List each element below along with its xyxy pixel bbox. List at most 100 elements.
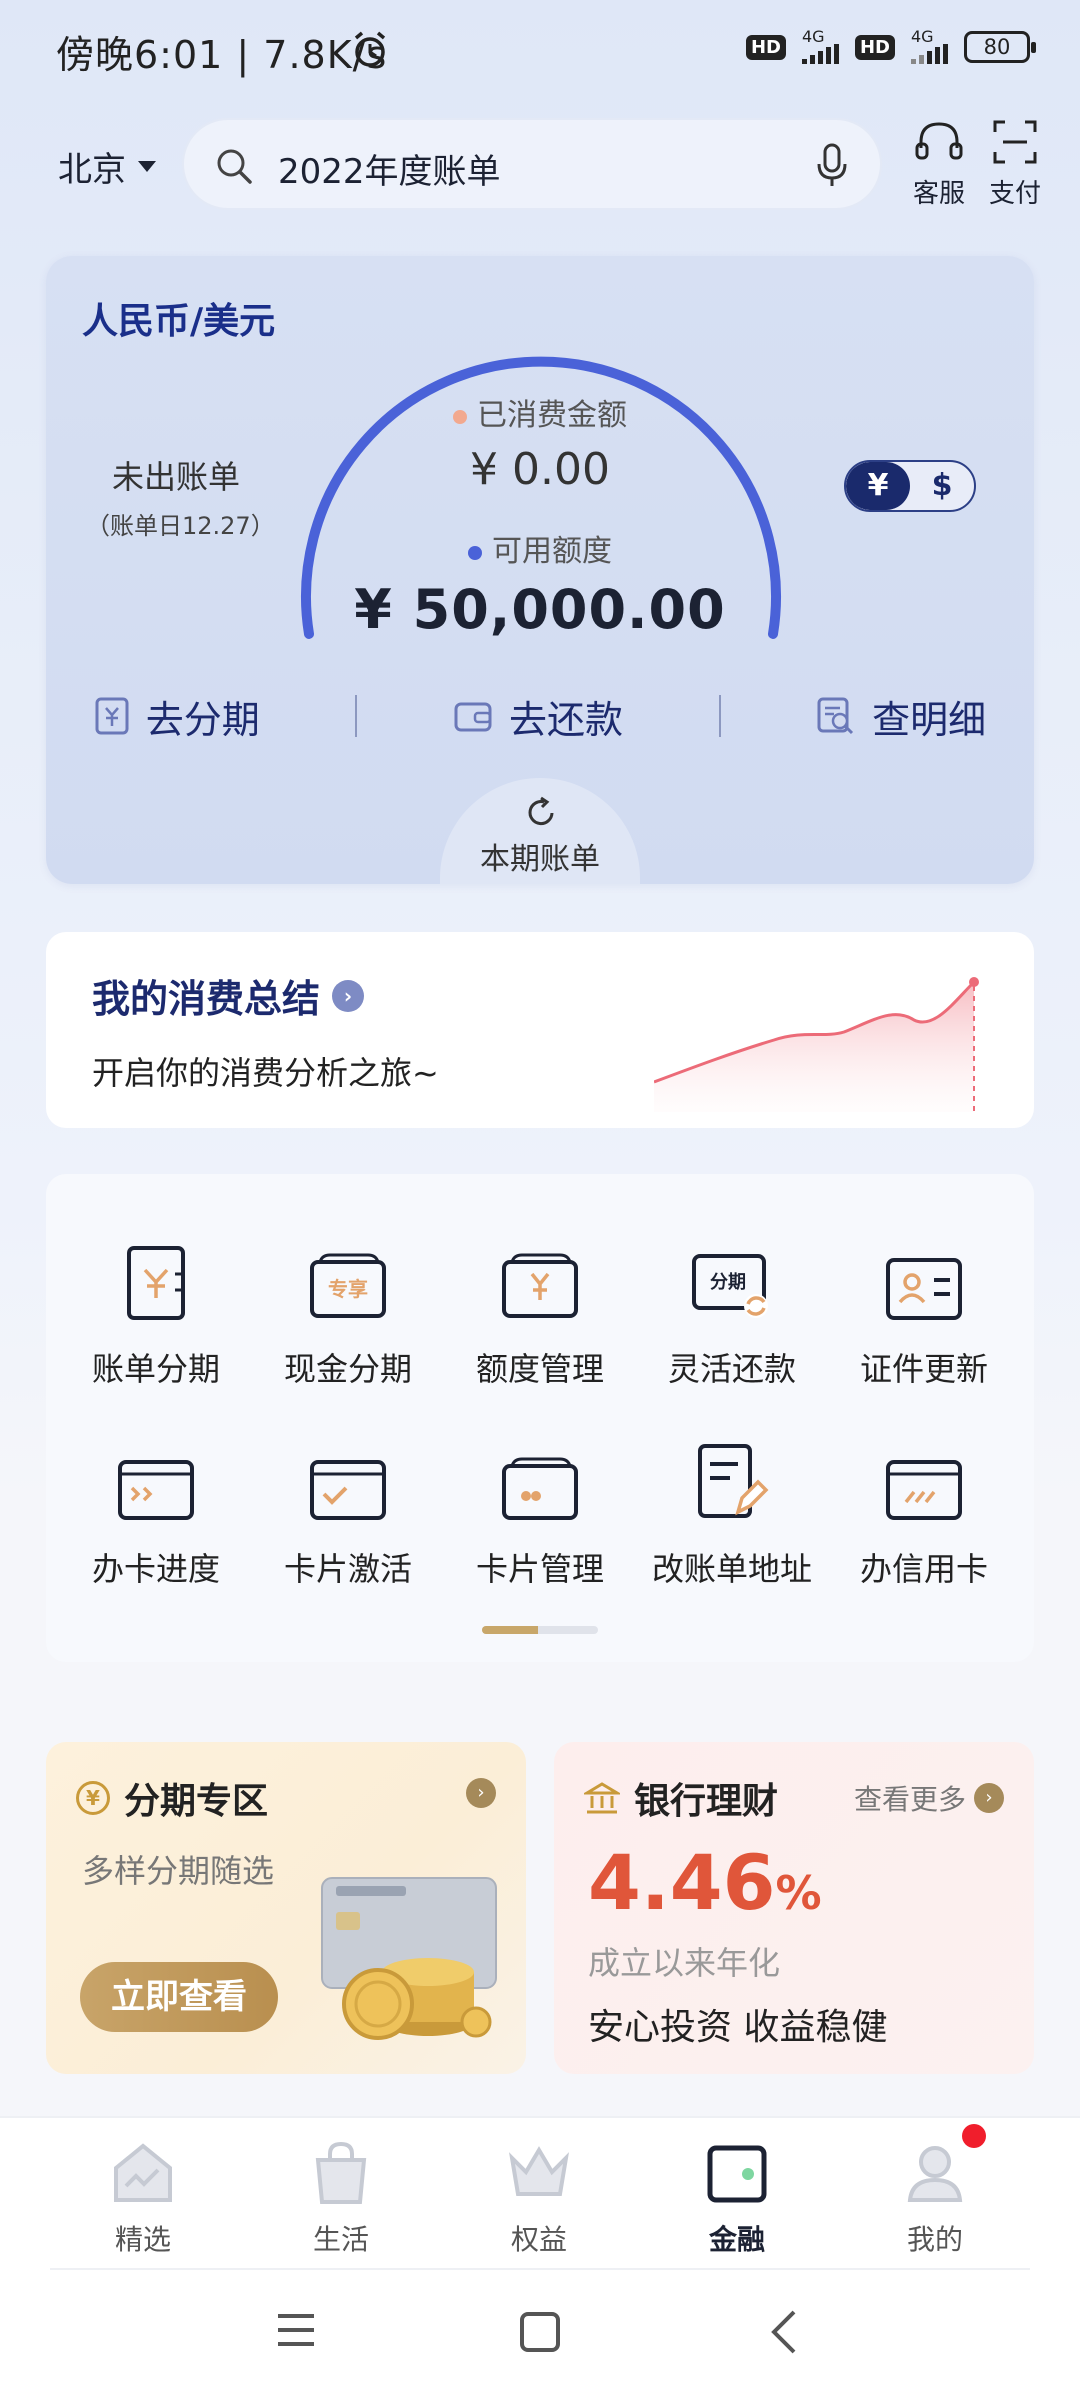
card-progress-icon: [118, 1460, 194, 1520]
nav-label-active: 金融: [708, 2223, 765, 2256]
signal-icon-2: [911, 44, 948, 64]
current-bill-tab[interactable]: 本期账单: [440, 778, 640, 884]
menu-icon[interactable]: [274, 2310, 318, 2350]
bill-installment-icon: [127, 1246, 185, 1320]
details-action-label: 查明细: [872, 697, 987, 742]
services-row-2: 办卡进度 卡片激活 卡片管理 改账单地址 办信用卡: [46, 1432, 1034, 1590]
rate-value: 4.46: [588, 1838, 776, 1927]
toggle-usd[interactable]: $: [910, 462, 974, 510]
grid-item-cash-installment[interactable]: 专享 现金分期: [253, 1232, 443, 1390]
chevron-right-icon[interactable]: ›: [466, 1778, 496, 1808]
scan-icon: [993, 120, 1037, 164]
pay-button[interactable]: 支付: [980, 118, 1050, 210]
credit-bill-card: 人民币/美元 未出账单 （账单日12.27） 已消费金额 ¥ 0.00 可用额度…: [46, 256, 1034, 884]
grid-item-limit-management[interactable]: 额度管理: [445, 1232, 635, 1390]
grid-item-bill-installment[interactable]: 账单分期: [61, 1232, 251, 1390]
alarm-clock-icon: [354, 31, 386, 67]
cash-installment-icon: 专享: [310, 1253, 386, 1318]
address-edit-icon: [698, 1444, 769, 1518]
network-type-2: 4G: [911, 27, 934, 46]
microphone-icon[interactable]: [814, 142, 850, 190]
page-indicator: [482, 1626, 598, 1634]
bottom-navigation: 精选 生活 权益 金融 我的: [0, 2116, 1080, 2276]
status-icons: HD 4G HD 4G 80: [730, 27, 1036, 64]
chevron-right-icon: ›: [974, 1783, 1004, 1813]
city-selector[interactable]: 北京: [58, 142, 156, 191]
search-bar[interactable]: 2022年度账单: [182, 118, 882, 210]
bill-actions: 去分期 去还款 查明细: [46, 686, 1034, 746]
refresh-icon: [528, 796, 554, 826]
nav-tab-featured[interactable]: 精选: [78, 2138, 208, 2258]
back-icon[interactable]: [766, 2308, 802, 2356]
signal-2: 4G: [911, 27, 948, 64]
grid-label: 办信用卡: [859, 1550, 988, 1588]
spending-summary-card[interactable]: 我的消费总结 › 开启你的消费分析之旅~: [46, 932, 1034, 1128]
search-input[interactable]: 2022年度账单: [278, 144, 501, 193]
view-more-link[interactable]: 查看更多 ›: [854, 1778, 1004, 1818]
currency-toggle[interactable]: ¥ $: [844, 460, 976, 512]
grid-item-id-update[interactable]: 证件更新: [829, 1232, 1019, 1390]
current-bill-label: 本期账单: [480, 842, 600, 877]
available-label: 可用额度: [492, 534, 612, 569]
status-bar: 傍晚6:01 | 7.8K/s HD 4G HD 4G 80: [0, 0, 1080, 100]
hd-badge-2: HD: [854, 34, 895, 60]
limit-management-icon: [502, 1253, 578, 1318]
services-grid-card: 账单分期 专享 现金分期 额度管理 分期 灵活还款 证件更新 办卡进度 卡片激活: [46, 1174, 1034, 1662]
hd-badge: HD: [745, 34, 786, 60]
customer-service-button[interactable]: 客服: [904, 118, 974, 210]
system-navigation-bar: [0, 2276, 1080, 2400]
grid-item-apply-card[interactable]: 办信用卡: [829, 1432, 1019, 1590]
nav-tab-benefits[interactable]: 权益: [474, 2138, 604, 2258]
nav-label: 我的: [906, 2223, 963, 2256]
status-time: 傍晚6:01 | 7.8K/s: [56, 33, 388, 77]
grid-label: 卡片管理: [475, 1550, 604, 1588]
yen-circle-icon: ¥: [76, 1781, 110, 1815]
chevron-right-icon: ›: [332, 979, 365, 1012]
installment-zone-card[interactable]: ¥ 分期专区 › 多样分期随选 立即查看: [46, 1742, 526, 2074]
divider: [50, 2268, 1030, 2270]
user-icon: [907, 2146, 963, 2202]
grid-item-address-edit[interactable]: 改账单地址: [637, 1432, 827, 1590]
flexible-repay-icon: 分期: [692, 1254, 768, 1318]
spent-dot: [453, 409, 467, 424]
rate-unit: %: [775, 1866, 822, 1920]
grid-item-card-progress[interactable]: 办卡进度: [61, 1432, 251, 1590]
nav-tab-life[interactable]: 生活: [276, 2138, 406, 2258]
currency-label: 人民币/美元: [82, 301, 276, 342]
network-type: 4G: [801, 27, 825, 46]
grid-label: 证件更新: [859, 1350, 988, 1388]
home-square-icon[interactable]: [518, 2310, 562, 2354]
services-row-1: 账单分期 专享 现金分期 额度管理 分期 灵活还款 证件更新: [46, 1232, 1034, 1390]
spent-label-row: 已消费金额: [46, 390, 1034, 434]
wealth-management-card[interactable]: 银行理财 查看更多 › 4.46% 成立以来年化 安心投资 收益稳健: [554, 1742, 1034, 2074]
toggle-cny[interactable]: ¥: [846, 462, 910, 510]
card-activate-icon: [310, 1460, 386, 1520]
chevron-down-icon: [138, 161, 156, 172]
spent-label: 已消费金额: [477, 398, 627, 433]
notification-dot: [962, 2124, 986, 2148]
installment-action-button[interactable]: 去分期: [94, 689, 260, 744]
grid-item-flexible-repay[interactable]: 分期 灵活还款: [637, 1232, 827, 1390]
nav-tab-mine[interactable]: 我的: [870, 2138, 1000, 2258]
signal-icon: [801, 44, 839, 64]
headset-icon: [915, 122, 963, 160]
details-action-button[interactable]: 查明细: [816, 689, 986, 744]
grid-label: 灵活还款: [667, 1350, 796, 1388]
grid-item-card-manage[interactable]: 卡片管理: [445, 1432, 635, 1590]
crown-icon: [509, 2146, 569, 2196]
installment-icon: [95, 697, 129, 735]
grid-label: 现金分期: [283, 1350, 412, 1388]
rate-label: 成立以来年化: [588, 1944, 781, 1982]
view-now-button[interactable]: 立即查看: [80, 1962, 278, 2032]
grid-item-card-activate[interactable]: 卡片激活: [253, 1432, 443, 1590]
home-icon: [114, 2143, 172, 2202]
divider-2: [718, 695, 721, 737]
repay-action-button[interactable]: 去还款: [453, 689, 623, 744]
nav-label: 生活: [312, 2223, 369, 2256]
nav-tab-finance[interactable]: 金融: [672, 2138, 802, 2258]
wealth-header: 银行理财: [584, 1772, 778, 1824]
available-dot: [468, 545, 482, 560]
available-amount: ¥ 50,000.00: [354, 578, 726, 641]
card-manage-icon: [502, 1457, 578, 1520]
exclusive-badge-text: 专享: [328, 1277, 368, 1301]
